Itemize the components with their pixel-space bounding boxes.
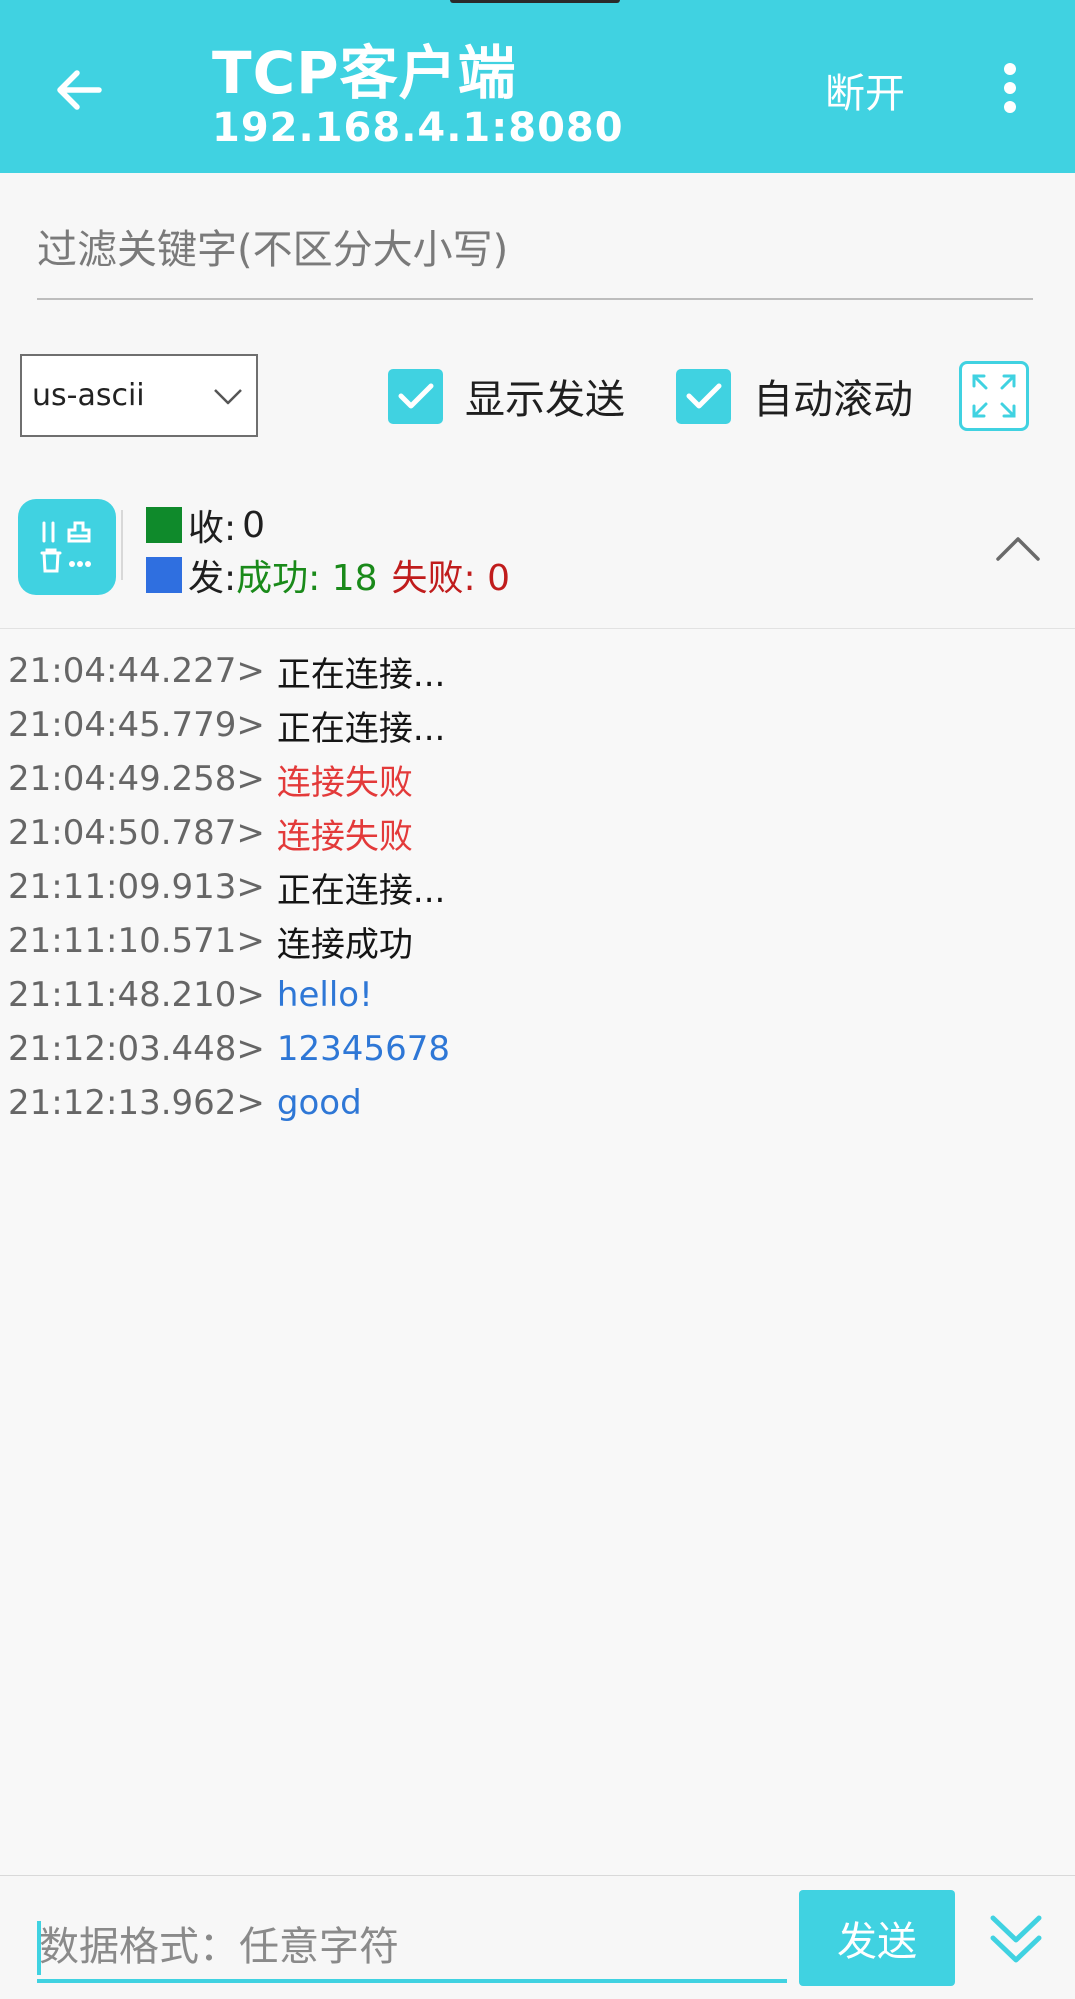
log-entry: 21:04:50.787> 连接失败 [8,808,413,858]
log-timestamp: 21:04:45.779> [8,705,265,745]
text-caret [37,1921,41,1975]
log-message: 连接失败 [276,816,413,857]
log-message: 正在连接... [276,654,446,695]
fullscreen-button[interactable] [959,361,1029,431]
status-notch [450,0,620,3]
more-vertical-icon [1004,63,1016,113]
log-entry: 21:04:49.258> 连接失败 [8,754,413,804]
show-send-checkbox[interactable] [388,368,443,424]
received-count: 0 [242,504,266,546]
encoding-value: us-ascii [32,378,145,413]
stats-divider [121,510,123,580]
received-stats: 收: 0 [146,500,265,550]
show-send-option[interactable]: 显示发送 [388,364,625,428]
log-tools-icon [40,521,91,573]
received-color-swatch [146,507,182,543]
chevron-up-icon [996,537,1040,561]
expand-send-options-button[interactable] [985,1905,1047,1975]
sent-color-swatch [146,557,182,593]
log-message: 连接失败 [276,762,413,803]
log-message: good [276,1083,362,1123]
auto-scroll-label: 自动滚动 [753,377,913,423]
auto-scroll-checkbox[interactable] [676,368,731,424]
sent-success-count: 成功: 18 [236,558,378,599]
more-menu-button[interactable] [985,58,1035,118]
sent-stats: 发: 成功: 18 失败: 0 [146,550,510,600]
log-timestamp: 21:04:50.787> [8,813,265,853]
log-entry: 21:12:13.962> good [8,1078,362,1128]
checkmark-icon [686,383,721,409]
connection-address: 192.168.4.1:8080 [212,105,624,151]
log-message: hello! [276,975,373,1015]
chevron-down-icon [212,382,244,412]
log-entry: 21:11:10.571> 连接成功 [8,916,413,966]
log-entry: 21:12:03.448> 12345678 [8,1024,450,1074]
log-timestamp: 21:04:49.258> [8,759,265,799]
tcp-client-screen: TCP客户端 192.168.4.1:8080 断开 us-ascii [0,0,1075,1999]
double-chevron-down-icon [990,1915,1042,1963]
auto-scroll-option[interactable]: 自动滚动 [676,364,913,428]
encoding-select[interactable]: us-ascii [20,354,258,437]
log-timestamp: 21:11:48.210> [8,975,265,1015]
log-message: 连接成功 [276,924,413,965]
disconnect-button[interactable]: 断开 [825,60,905,120]
show-send-label: 显示发送 [465,377,625,423]
log-timestamp: 21:12:13.962> [8,1083,265,1123]
send-button[interactable]: 发送 [799,1890,955,1986]
arrow-left-icon [57,70,102,110]
send-field [37,1915,787,1983]
log-entry: 21:04:44.227> 正在连接... [8,646,445,696]
log-message: 正在连接... [276,870,446,911]
collapse-button[interactable] [990,520,1046,576]
send-input[interactable] [37,1915,787,1979]
log-message: 正在连接... [276,708,446,749]
log-entry: 21:11:48.210> hello! [8,970,373,1020]
app-bar: TCP客户端 192.168.4.1:8080 断开 [0,0,1075,173]
sent-label: 发: [188,558,237,599]
fullscreen-icon [972,374,1016,418]
filter-field [37,210,1033,300]
checkmark-icon [398,383,433,409]
log-timestamp: 21:12:03.448> [8,1029,265,1069]
log-list[interactable]: 21:04:44.227> 正在连接... 21:04:45.779> 正在连接...… [0,628,1075,1876]
received-label: 收: [188,508,237,549]
log-entry: 21:11:09.913> 正在连接... [8,862,445,912]
log-tools-button[interactable] [18,499,116,595]
filter-input[interactable] [37,210,1033,290]
log-message: 12345678 [276,1029,450,1069]
back-button[interactable] [44,50,114,130]
page-title: TCP客户端 [212,39,517,107]
sent-fail-count: 失败: 0 [391,558,511,599]
log-entry: 21:04:45.779> 正在连接... [8,700,445,750]
log-timestamp: 21:11:10.571> [8,921,265,961]
log-timestamp: 21:04:44.227> [8,651,265,691]
log-timestamp: 21:11:09.913> [8,867,265,907]
